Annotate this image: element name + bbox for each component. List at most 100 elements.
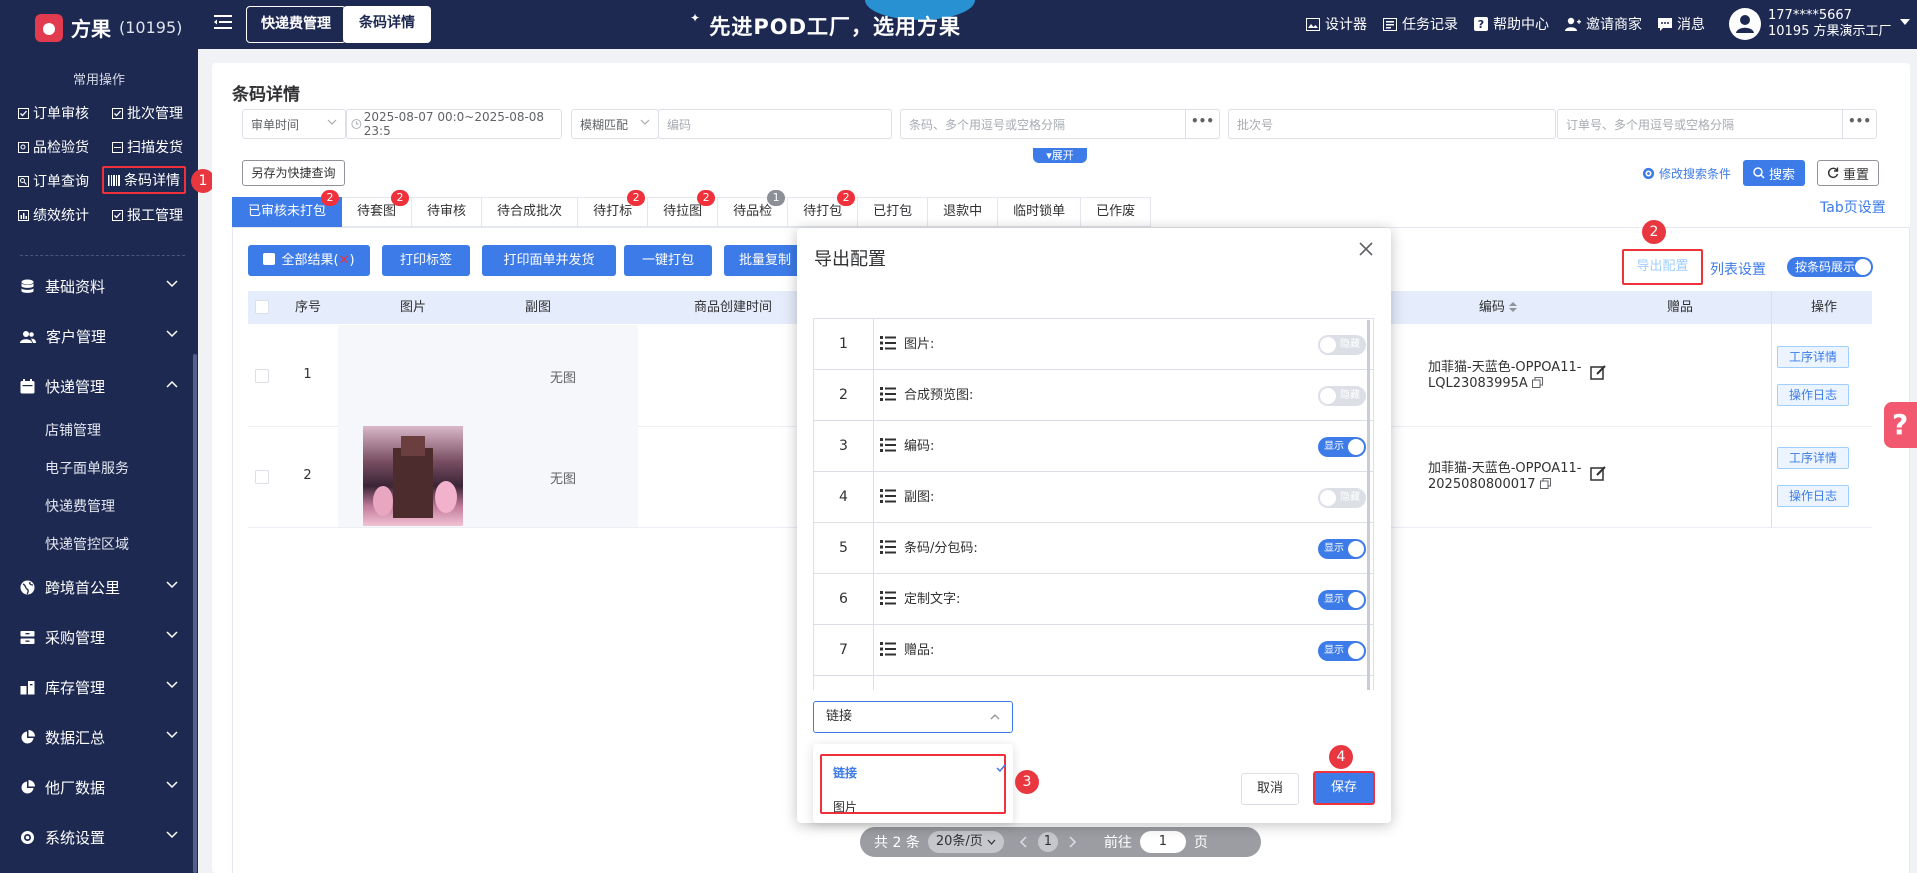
barcode-display-toggle[interactable]: 按条码展示: [1787, 257, 1873, 277]
quick-batch-management[interactable]: 批次管理: [112, 103, 183, 123]
quick-order-query[interactable]: 订单查询: [18, 171, 89, 191]
print-ship-button[interactable]: 打印面单并发货: [482, 245, 616, 276]
field-row[interactable]: 7 赠品: 显示: [814, 625, 1373, 676]
menu-purchase-management[interactable]: 采购管理: [20, 627, 178, 648]
drag-handle-icon[interactable]: [880, 387, 896, 401]
operation-log-button[interactable]: 操作日志: [1777, 384, 1849, 406]
current-page[interactable]: 1: [1037, 832, 1058, 852]
print-label-button[interactable]: 打印标签: [382, 245, 470, 276]
option-image[interactable]: 图片: [833, 798, 857, 815]
tab-packed[interactable]: 已打包: [858, 197, 929, 227]
menu-inventory-management[interactable]: 库存管理: [20, 677, 178, 698]
menu-data-summary[interactable]: 数据汇总: [20, 727, 178, 748]
close-icon[interactable]: [1357, 240, 1375, 258]
invite-merchant-link[interactable]: 邀请商家: [1565, 14, 1642, 34]
all-results-button[interactable]: 全部结果(✕): [248, 245, 370, 276]
barcode-input[interactable]: 条码、多个用逗号或空格分隔 •••: [900, 109, 1220, 139]
process-detail-button[interactable]: 工序详情: [1777, 447, 1849, 469]
modify-conditions-link[interactable]: 修改搜索条件: [1642, 165, 1731, 182]
export-config-link[interactable]: 导出配置: [1622, 249, 1703, 285]
tab-voided[interactable]: 已作废: [1081, 197, 1152, 227]
visibility-switch[interactable]: 显示: [1318, 437, 1366, 457]
tab-pending-mockup[interactable]: 待套图 2: [342, 190, 413, 227]
tab-pending-review[interactable]: 待审核: [412, 197, 483, 227]
select-all-checkbox[interactable]: [263, 253, 276, 265]
visibility-switch[interactable]: 隐藏: [1318, 335, 1366, 355]
date-range-picker[interactable]: 2025-08-07 00:0~2025-08-08 23:5: [346, 109, 562, 139]
menu-customer-management[interactable]: 客户管理: [20, 326, 178, 347]
help-question-icon[interactable]: ?: [1884, 402, 1917, 448]
menu-system-settings[interactable]: 系统设置: [20, 827, 178, 848]
task-record-link[interactable]: 任务记录: [1383, 14, 1458, 34]
list-settings-link[interactable]: 列表设置: [1710, 259, 1766, 279]
time-type-select[interactable]: 审单时间: [242, 109, 346, 139]
field-row[interactable]: 3 编码: 显示: [814, 421, 1373, 472]
field-row[interactable]: 6 定制文字: 显示: [814, 574, 1373, 625]
field-row[interactable]: 4 副图: 隐藏: [814, 472, 1373, 523]
drag-handle-icon[interactable]: [880, 591, 896, 605]
tab-pending-inspection[interactable]: 待品检 1: [718, 190, 789, 227]
visibility-switch[interactable]: 隐藏: [1318, 386, 1366, 406]
drag-handle-icon[interactable]: [880, 336, 896, 350]
dialog-scrollbar[interactable]: [1367, 320, 1370, 690]
chevron-left-icon[interactable]: [1018, 836, 1030, 848]
page-size-select[interactable]: 20条/页: [927, 831, 1004, 853]
save-button[interactable]: 保存: [1313, 771, 1375, 805]
order-more-button[interactable]: •••: [1842, 110, 1876, 138]
product-image[interactable]: [363, 426, 463, 526]
drag-handle-icon[interactable]: [880, 489, 896, 503]
option-link[interactable]: 链接: [833, 764, 857, 781]
quick-inspection[interactable]: 品检验货: [18, 137, 89, 157]
tab-refunding[interactable]: 退款中: [928, 197, 999, 227]
code-input[interactable]: 编码: [658, 109, 892, 139]
drag-handle-icon[interactable]: [880, 642, 896, 656]
one-click-pack-button[interactable]: 一键打包: [624, 245, 712, 276]
field-row[interactable]: [814, 676, 1373, 690]
app-logo[interactable]: 方果 (10195): [35, 13, 182, 42]
field-row[interactable]: 5 条码/分包码: 显示: [814, 523, 1373, 574]
tab-pending-label[interactable]: 待打标 2: [578, 190, 649, 227]
field-row[interactable]: 2 合成预览图: 隐藏: [814, 370, 1373, 421]
image-export-type-select[interactable]: 链接: [813, 701, 1013, 733]
order-input[interactable]: 订单号、多个用逗号或空格分隔 •••: [1557, 109, 1877, 139]
drag-handle-icon[interactable]: [880, 438, 896, 452]
submenu-express-zone[interactable]: 快递管控区域: [45, 534, 129, 554]
search-button[interactable]: 搜索: [1743, 160, 1805, 186]
help-center-link[interactable]: ? 帮助中心: [1474, 14, 1549, 34]
edit-icon[interactable]: [1590, 465, 1607, 482]
save-quick-query-button[interactable]: 另存为快捷查询: [242, 160, 345, 186]
caret-down-icon[interactable]: [1900, 15, 1910, 30]
goto-page-input[interactable]: 1: [1139, 831, 1186, 853]
barcode-more-button[interactable]: •••: [1185, 110, 1219, 138]
menu-cross-border[interactable]: 跨境首公里: [20, 577, 178, 598]
submenu-express-fee[interactable]: 快递费管理: [45, 496, 115, 516]
menu-other-factory-data[interactable]: 他厂数据: [20, 777, 178, 798]
avatar[interactable]: [1729, 8, 1761, 40]
tab-barcode-detail[interactable]: 条码详情: [343, 6, 431, 43]
tab-temp-locked[interactable]: 临时锁单: [998, 197, 1082, 227]
reset-button[interactable]: 重置: [1817, 160, 1879, 186]
tab-pending-pull[interactable]: 待拉图 2: [648, 190, 719, 227]
row-checkbox[interactable]: [255, 369, 269, 383]
batch-input[interactable]: 批次号: [1228, 109, 1556, 139]
quick-order-review[interactable]: 订单审核: [18, 103, 89, 123]
match-type-select[interactable]: 模糊匹配: [571, 109, 659, 139]
quick-work-report[interactable]: 报工管理: [112, 205, 183, 225]
batch-copy-button[interactable]: 批量复制: [724, 245, 797, 276]
designer-link[interactable]: 设计器: [1306, 14, 1367, 34]
close-icon[interactable]: ✕: [339, 253, 350, 268]
expand-filters-button[interactable]: ▾展开: [1033, 148, 1087, 163]
user-info[interactable]: 177****5667 10195 方果演示工厂: [1768, 8, 1892, 40]
field-row[interactable]: 1 图片: 隐藏: [814, 319, 1373, 370]
visibility-switch[interactable]: 显示: [1318, 539, 1366, 559]
chevron-right-icon[interactable]: [1066, 836, 1078, 848]
visibility-switch[interactable]: 显示: [1318, 590, 1366, 610]
menu-toggle-icon[interactable]: [214, 14, 232, 30]
menu-basic-data[interactable]: 基础资料: [20, 276, 178, 297]
sidebar-scrollbar[interactable]: [193, 354, 197, 873]
quick-performance[interactable]: 绩效统计: [18, 205, 89, 225]
menu-express-management[interactable]: 快递管理: [20, 376, 178, 397]
operation-log-button[interactable]: 操作日志: [1777, 485, 1849, 507]
tab-pending-pack[interactable]: 待打包 2: [788, 190, 859, 227]
drag-handle-icon[interactable]: [880, 540, 896, 554]
